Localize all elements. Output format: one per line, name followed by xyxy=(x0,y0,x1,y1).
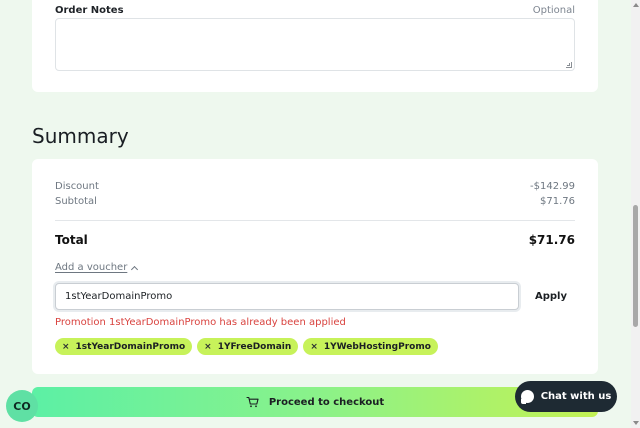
subtotal-value: $71.76 xyxy=(540,196,575,207)
scroll-down-arrow-icon[interactable] xyxy=(633,421,639,425)
voucher-chip-code: 1stYearDomainPromo xyxy=(75,341,186,352)
chat-bubble-icon xyxy=(520,390,534,404)
subtotal-label: Subtotal xyxy=(55,196,97,207)
apply-voucher-button[interactable]: Apply xyxy=(527,283,575,310)
voucher-chip: × 1YWebHostingPromo xyxy=(303,338,438,355)
total-label: Total xyxy=(55,233,88,247)
proceed-to-checkout-button[interactable]: Proceed to checkout xyxy=(32,387,598,417)
page-scrollbar[interactable] xyxy=(631,0,640,428)
remove-voucher-icon[interactable]: × xyxy=(62,342,70,352)
co-floating-badge[interactable]: CO xyxy=(6,390,38,422)
total-value: $71.76 xyxy=(528,233,575,247)
voucher-error-message: Promotion 1stYearDomainPromo has already… xyxy=(55,317,346,328)
voucher-chip: × 1YFreeDomain xyxy=(197,338,299,355)
summary-divider xyxy=(55,220,575,221)
summary-heading: Summary xyxy=(32,124,129,148)
order-notes-textarea[interactable] xyxy=(55,18,575,71)
order-notes-optional-label: Optional xyxy=(532,5,575,16)
voucher-chip-code: 1YFreeDomain xyxy=(217,341,292,352)
scrollbar-thumb[interactable] xyxy=(633,205,638,327)
discount-value: -$142.99 xyxy=(530,181,575,192)
resize-grip-icon[interactable] xyxy=(566,62,572,68)
order-notes-label: Order Notes xyxy=(55,5,124,16)
add-voucher-toggle[interactable]: Add a voucher xyxy=(55,262,139,273)
voucher-input[interactable] xyxy=(55,283,519,310)
voucher-chip: × 1stYearDomainPromo xyxy=(55,338,193,355)
chat-with-us-button[interactable]: Chat with us xyxy=(515,381,617,412)
chevron-up-icon xyxy=(131,265,139,273)
voucher-chip-code: 1YWebHostingPromo xyxy=(323,341,431,352)
cart-icon xyxy=(246,396,259,408)
remove-voucher-icon[interactable]: × xyxy=(204,342,212,352)
applied-vouchers-list: × 1stYearDomainPromo × 1YFreeDomain × 1Y… xyxy=(55,338,438,355)
add-voucher-label: Add a voucher xyxy=(55,262,128,273)
checkout-label: Proceed to checkout xyxy=(268,396,385,408)
remove-voucher-icon[interactable]: × xyxy=(310,342,318,352)
chat-label: Chat with us xyxy=(540,391,612,402)
scroll-up-arrow-icon[interactable] xyxy=(633,3,639,7)
discount-label: Discount xyxy=(55,181,99,192)
